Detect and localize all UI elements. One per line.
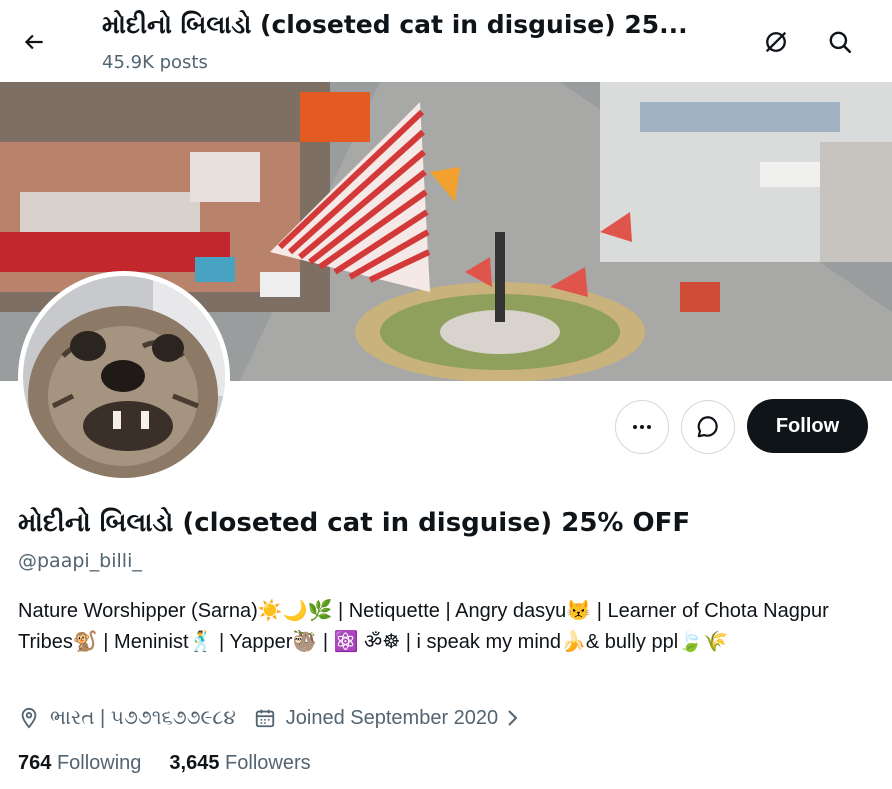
- calendar-icon: [255, 709, 274, 728]
- followers-count: 3,645: [169, 752, 220, 774]
- profile-bio: Nature Worshipper (Sarna)☀️🌙🌿 | Netiquet…: [18, 600, 829, 653]
- more-icon: [633, 425, 651, 429]
- following-label: Following: [56, 752, 142, 774]
- more-button[interactable]: [615, 400, 669, 454]
- grok-icon: [765, 31, 787, 53]
- grok-button[interactable]: [756, 22, 796, 62]
- arrow-left-icon: [24, 34, 43, 50]
- chevron-right-icon: [508, 710, 518, 726]
- location-text: ભારત | ૫૭૭૧૬૭૭૯૮૪: [50, 706, 236, 729]
- follow-button[interactable]: Follow: [747, 399, 868, 453]
- profile-meta: ભારત | ૫૭૭૧૬૭૭૯૮૪ Joined September 2020: [18, 703, 548, 733]
- search-button[interactable]: [820, 22, 860, 62]
- followers-link[interactable]: 3,645 Followers: [169, 752, 310, 775]
- avatar-image: [23, 276, 225, 478]
- search-icon: [829, 31, 852, 54]
- location-pin-icon: [21, 707, 37, 729]
- profile-header: મોદીનો બિલાડો (closeted cat in disguise)…: [0, 0, 892, 82]
- follow-stats: 764 Following 3,645 Followers: [18, 752, 339, 775]
- message-icon: [697, 416, 718, 438]
- location-item: ભારત | ૫૭૭૧૬૭૭૯૮૪: [18, 707, 236, 730]
- header-title: મોદીનો બિલાડો (closeted cat in disguise)…: [102, 10, 688, 39]
- joined-item[interactable]: Joined September 2020: [254, 707, 530, 730]
- joined-text: Joined September 2020: [285, 706, 499, 729]
- posts-count: 45.9K posts: [102, 52, 208, 73]
- user-handle: @paapi_billi_: [18, 550, 142, 572]
- back-button[interactable]: [14, 22, 54, 62]
- following-count: 764: [18, 752, 52, 774]
- profile-avatar[interactable]: [18, 271, 230, 483]
- following-link[interactable]: 764 Following: [18, 752, 141, 775]
- display-name: મોદીનો બિલાડો (closeted cat in disguise)…: [18, 508, 691, 538]
- message-button[interactable]: [681, 400, 735, 454]
- followers-label: Followers: [225, 752, 311, 774]
